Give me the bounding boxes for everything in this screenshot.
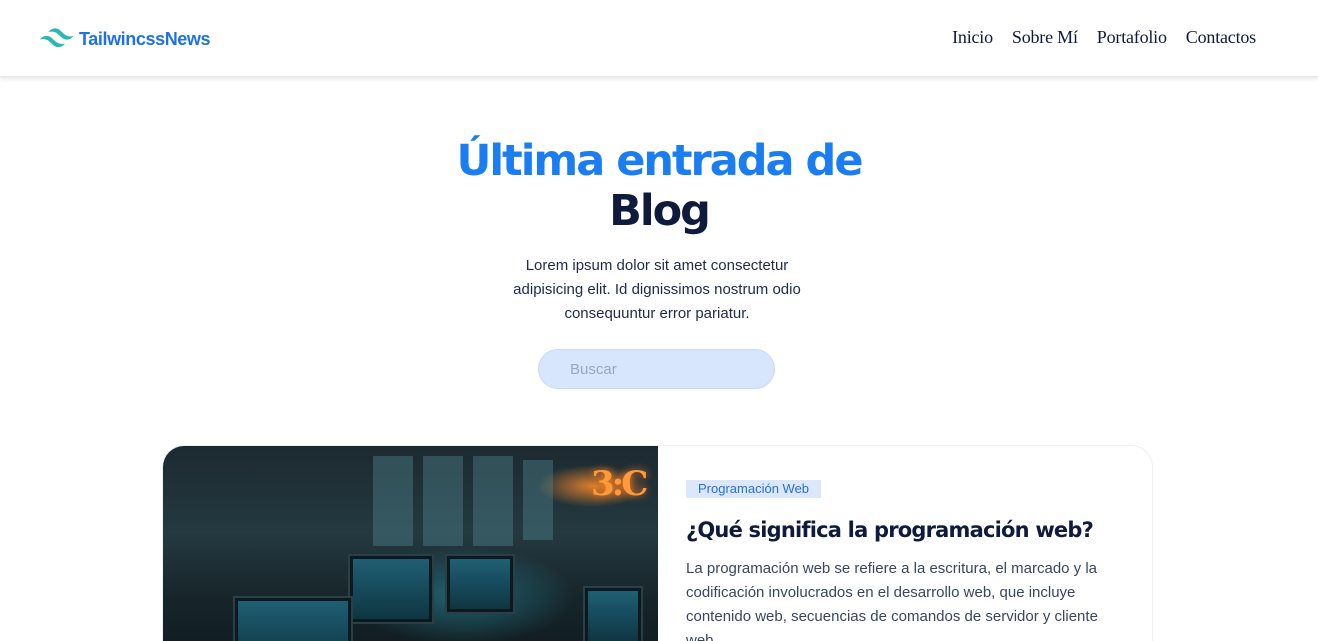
post-title[interactable]: ¿Qué significa la programación web? [686,516,1126,544]
hero-title-line2: Blog [609,186,711,236]
brand-name: TailwincssNews [79,29,211,49]
brand-logo[interactable]: TailwincssNews [40,26,211,53]
hero-title: Última entrada de Blog [0,136,1318,236]
nav-item-inicio[interactable]: Inicio [952,27,993,48]
nav-item-contactos[interactable]: Contactos [1186,27,1256,48]
post-excerpt: La programación web se refiere a la escr… [686,560,1098,641]
post-image[interactable]: 3:C [163,446,658,641]
featured-post-card[interactable]: 3:C Programación Web ¿Qué significa la p… [162,445,1153,641]
hero-title-line1: Última entrada de [456,136,863,186]
nav-item-portafolio[interactable]: Portafolio [1097,27,1167,48]
post-category-badge[interactable]: Programación Web [686,480,822,498]
main-nav: Inicio Sobre Mí Portafolio Contactos [952,27,1256,48]
tailwind-wave-icon [40,26,74,53]
neon-sign-icon: 3:C [591,464,648,504]
hero-description: Lorem ipsum dolor sit amet consectetur a… [513,257,801,322]
post-body: Programación Web ¿Qué significa la progr… [686,480,1126,641]
nav-item-sobre-mi[interactable]: Sobre Mí [1012,27,1078,48]
site-header: TailwincssNews Inicio Sobre Mí Portafoli… [0,0,1318,77]
search-input[interactable] [538,349,775,389]
